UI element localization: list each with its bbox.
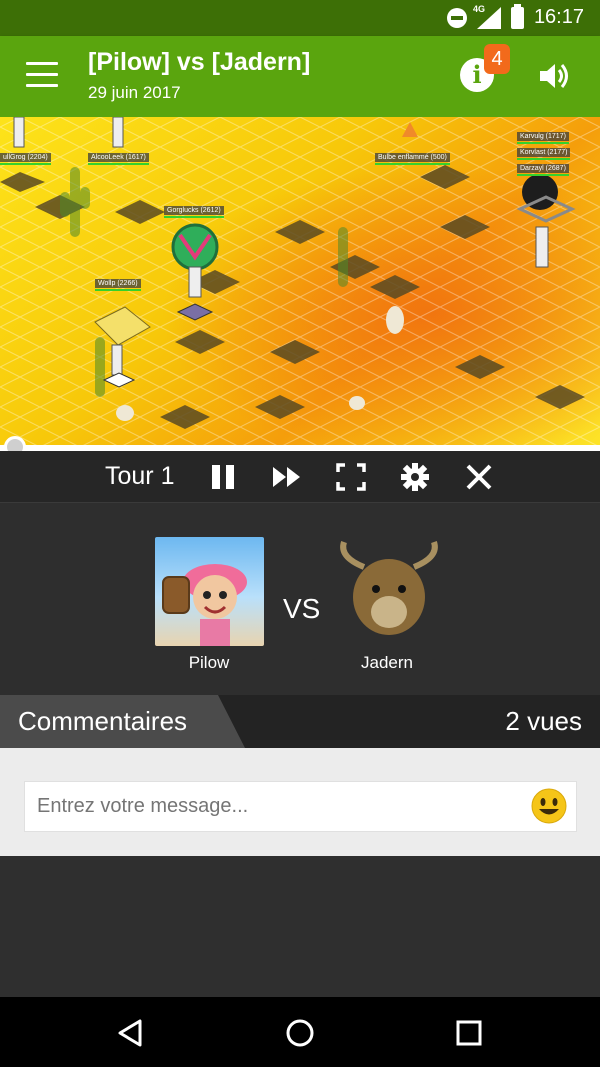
emoji-icon[interactable] bbox=[531, 788, 567, 824]
home-icon[interactable] bbox=[284, 1017, 316, 1049]
fighter-label[interactable]: Darzayl (2687) bbox=[517, 164, 569, 176]
comment-composer bbox=[0, 748, 600, 856]
signal-icon: 4G bbox=[473, 4, 501, 29]
fighter-label[interactable]: AlcooLeek (1617) bbox=[88, 153, 149, 165]
comments-tab[interactable]: Commentaires bbox=[0, 695, 245, 748]
battlefield-map bbox=[0, 117, 600, 445]
fullscreen-icon[interactable] bbox=[336, 463, 366, 491]
status-bar: 4G 16:17 bbox=[0, 0, 600, 36]
fighter-label[interactable]: Bulbe enflammé (500) bbox=[375, 153, 450, 165]
do-not-disturb-icon bbox=[446, 7, 467, 28]
comment-input[interactable] bbox=[24, 781, 577, 832]
clock: 16:17 bbox=[533, 6, 584, 28]
notification-badge: 4 bbox=[484, 44, 510, 74]
recents-icon[interactable] bbox=[453, 1017, 485, 1049]
pilow-character-image bbox=[162, 564, 247, 646]
comments-header: Commentaires 2 vues bbox=[0, 695, 600, 748]
network-type: 4G bbox=[472, 3, 485, 14]
battery-icon bbox=[510, 3, 524, 29]
pause-icon[interactable] bbox=[208, 463, 238, 491]
playback-controls: Tour 1 bbox=[0, 451, 600, 503]
fighter-label[interactable]: Karvulg (1717) bbox=[517, 132, 569, 144]
player-avatar-jadern[interactable] bbox=[334, 537, 443, 646]
app-bar: [Pilow] vs [Jadern] 29 juin 2017 i 4 bbox=[0, 36, 600, 117]
volume-icon[interactable] bbox=[538, 60, 570, 92]
fight-viewer[interactable]: ullGrog (2204) AlcooLeek (1617) Bulbe en… bbox=[0, 117, 600, 445]
menu-icon[interactable] bbox=[26, 62, 58, 88]
player-name-left: Pilow bbox=[188, 653, 230, 672]
versus-label: VS bbox=[283, 593, 321, 624]
fighter-label[interactable]: Wollp (2266) bbox=[95, 279, 141, 291]
system-nav-bar bbox=[0, 997, 600, 1067]
title-block: [Pilow] vs [Jadern] 29 juin 2017 bbox=[88, 48, 310, 103]
jadern-character-image bbox=[340, 541, 438, 635]
comments-list bbox=[0, 856, 600, 997]
view-count: 2 vues bbox=[505, 706, 582, 736]
duel-panel: Pilow VS Jadern bbox=[0, 503, 600, 695]
fight-title: [Pilow] vs [Jadern] bbox=[88, 48, 311, 76]
player-avatar-pilow[interactable] bbox=[155, 537, 264, 646]
fast-forward-icon[interactable] bbox=[272, 463, 302, 491]
fighter-label[interactable]: ullGrog (2204) bbox=[0, 153, 51, 165]
back-icon[interactable] bbox=[115, 1017, 147, 1049]
fighter-label[interactable]: Korvlast (2177) bbox=[517, 148, 571, 160]
fight-date: 29 juin 2017 bbox=[88, 83, 181, 102]
status-icons: 4G 16:17 bbox=[446, 3, 584, 29]
fighter-label[interactable]: Gorglucks (2612) bbox=[164, 206, 224, 218]
close-icon[interactable] bbox=[464, 463, 494, 491]
player-name-right: Jadern bbox=[361, 653, 413, 672]
comments-tab-label: Commentaires bbox=[18, 706, 188, 736]
turn-label: Tour 1 bbox=[105, 462, 175, 490]
settings-icon[interactable] bbox=[400, 463, 430, 491]
